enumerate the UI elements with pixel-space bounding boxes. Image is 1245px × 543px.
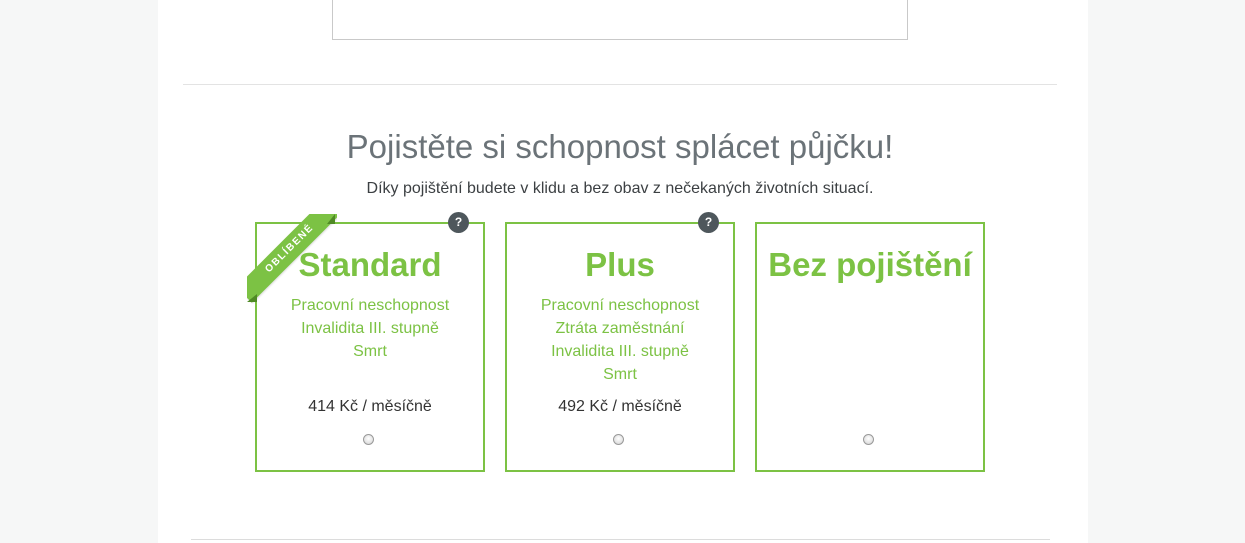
insurance-subheading: Díky pojištění budete v klidu a bez obav… (366, 180, 874, 197)
plan-card-plus[interactable]: ? Plus Pracovní neschopnost Ztráta zaměs… (505, 212, 735, 472)
section-divider (183, 84, 1057, 85)
insurance-heading: Pojistěte si schopnost splácet půjčku! (346, 128, 894, 165)
help-icon[interactable]: ? (448, 212, 469, 233)
plan-features: Pracovní neschopnost Ztráta zaměstnání I… (507, 294, 733, 386)
plan-feature: Invalidita III. stupně (301, 320, 439, 337)
plan-title: Plus (585, 246, 655, 283)
plan-feature: Pracovní neschopnost (540, 297, 700, 314)
plan-features: Pracovní neschopnost Invalidita III. stu… (257, 294, 483, 363)
ribbon-fold (247, 294, 257, 302)
plan-price: 492 Kč / měsíčně (558, 398, 682, 415)
plan-card-standard[interactable]: OBLÍBENÉ ? Standard Pracovní neschopnost… (247, 212, 485, 472)
page-content: Pojistěte si schopnost splácet půjčku! D… (158, 0, 1088, 543)
plan-card-none[interactable]: Bez pojištění (755, 222, 985, 472)
plan-title: Standard (298, 246, 442, 283)
ribbon-fold (327, 214, 335, 224)
plan-radio[interactable] (613, 434, 624, 445)
help-icon[interactable]: ? (698, 212, 719, 233)
plan-radio[interactable] (363, 434, 374, 445)
plan-feature: Smrt (353, 343, 387, 360)
plan-feature: Pracovní neschopnost (290, 297, 450, 314)
plan-radio[interactable] (863, 434, 874, 445)
plan-price: 414 Kč / měsíčně (308, 398, 432, 415)
form-box (332, 0, 908, 40)
plan-feature: Invalidita III. stupně (551, 343, 689, 360)
plan-feature: Smrt (603, 366, 637, 383)
plan-feature: Ztráta zaměstnání (555, 320, 685, 337)
section-divider (191, 539, 1050, 540)
plan-title: Bez pojištění (768, 246, 972, 283)
